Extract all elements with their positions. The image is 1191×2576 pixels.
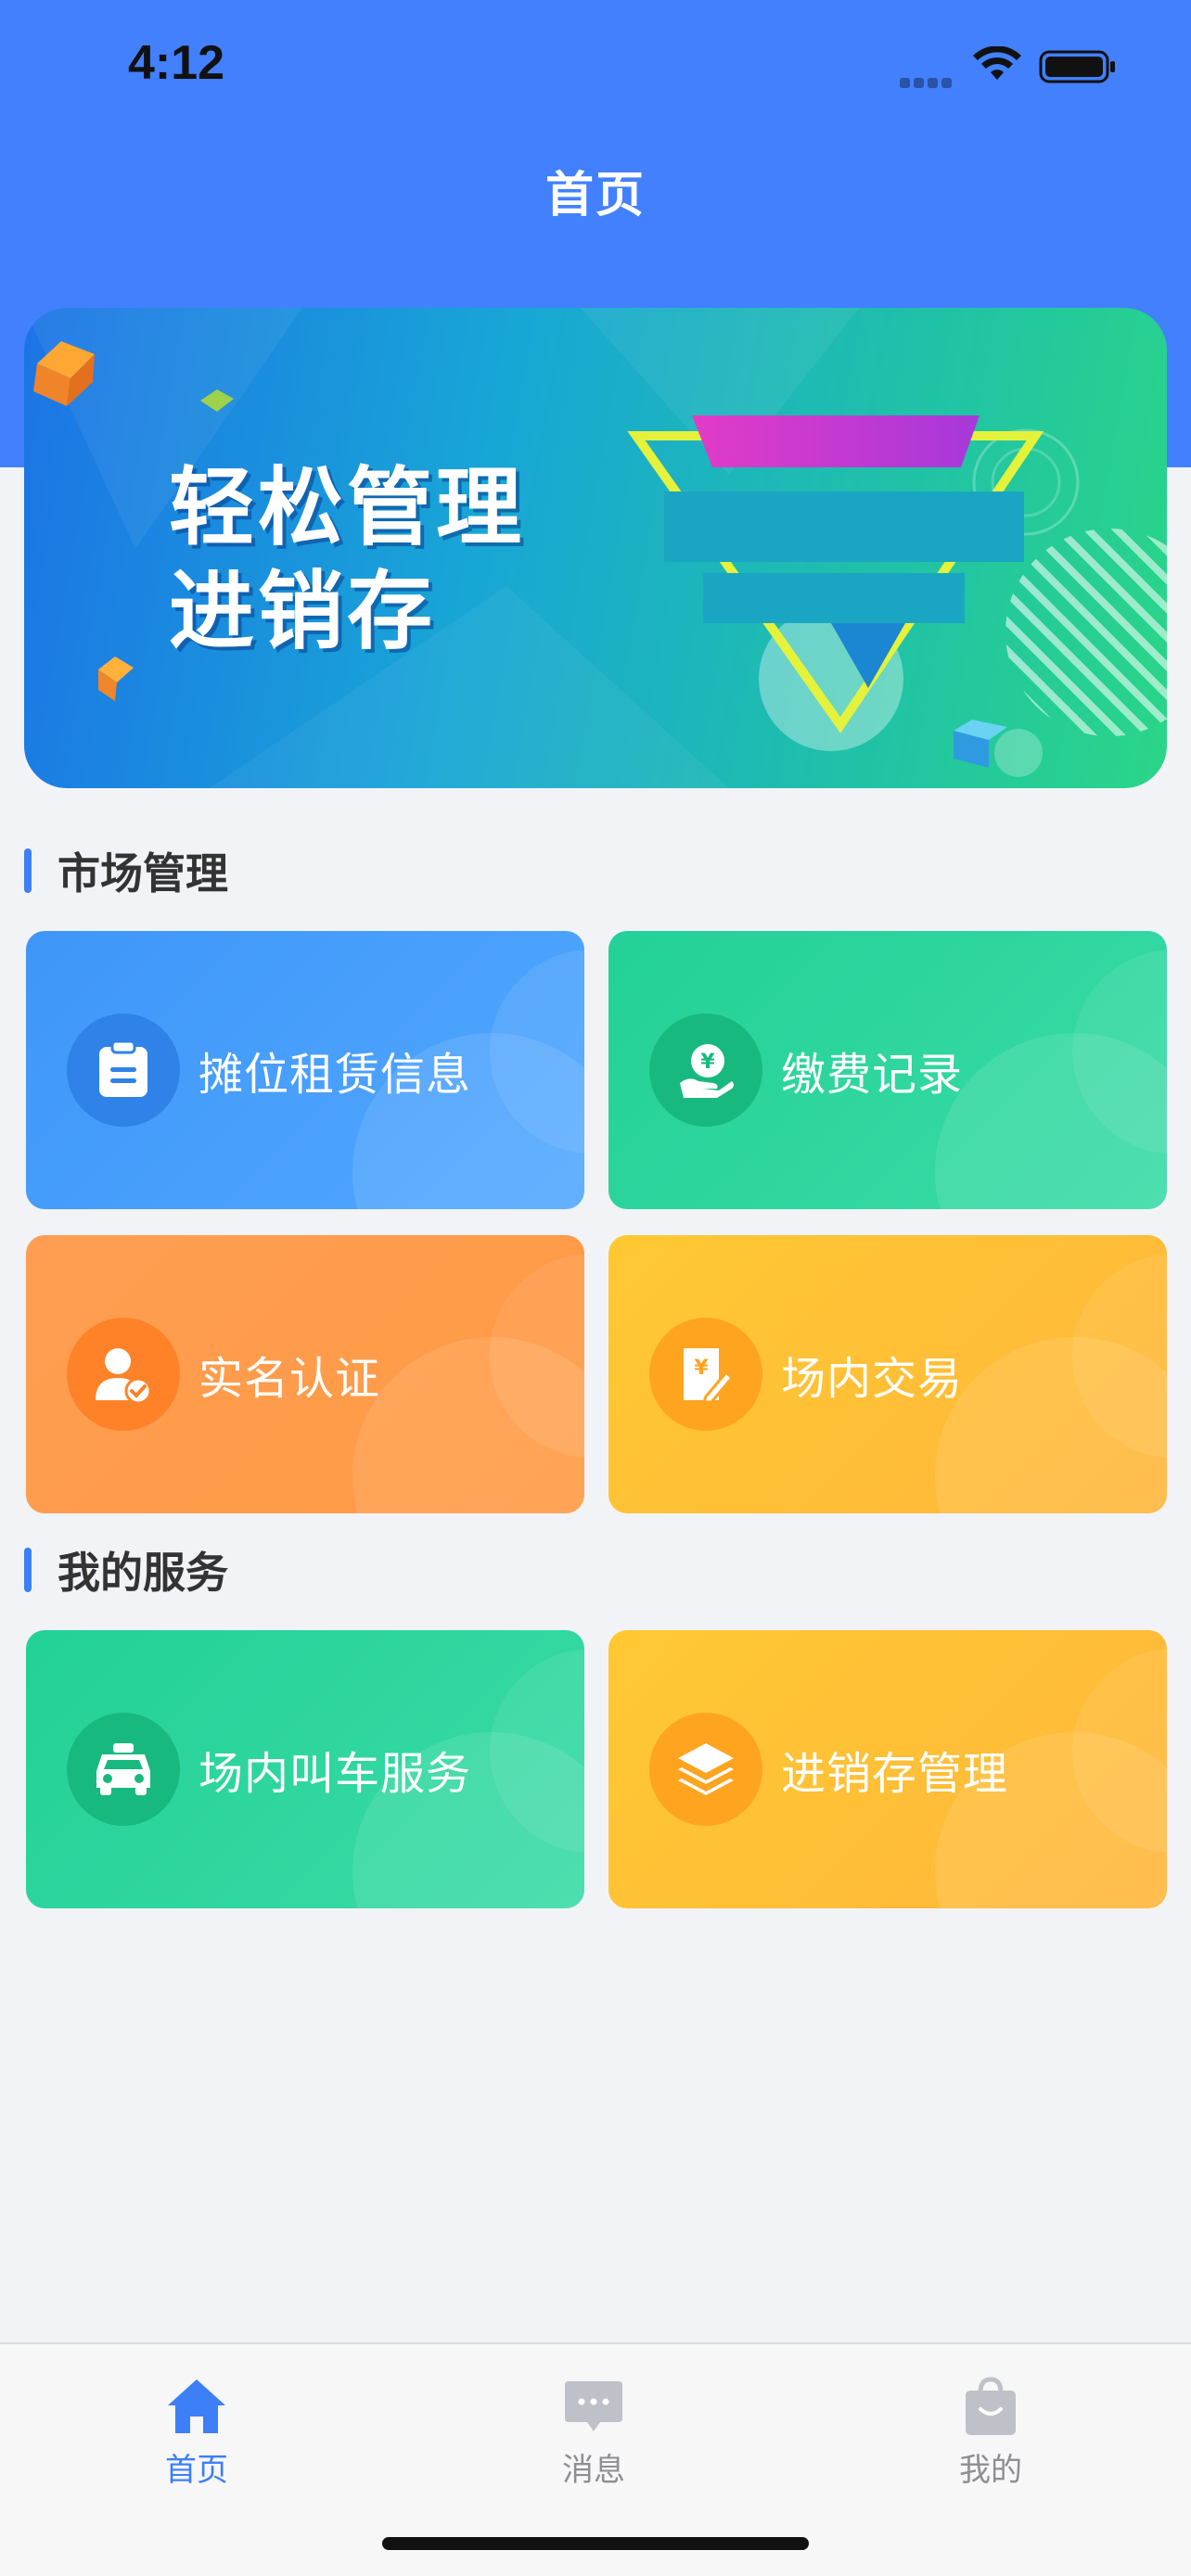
user-verified-icon — [67, 1318, 180, 1431]
banner-line-2: 进销存 — [169, 562, 437, 661]
card-payment-records[interactable]: ¥ 缴费记录 — [608, 931, 1167, 1209]
section-title-my-services: 我的服务 — [24, 1547, 228, 1598]
payment-hand-icon: ¥ — [649, 1014, 762, 1127]
section-accent-bar — [24, 848, 32, 893]
home-indicator[interactable] — [382, 2537, 809, 2550]
card-stall-lease-info[interactable]: 摊位租赁信息 — [26, 931, 584, 1209]
section-title-market-management: 市场管理 — [24, 848, 228, 899]
promo-banner[interactable]: 轻松管理 进销存 — [24, 308, 1167, 788]
section-title-text: 我的服务 — [58, 1548, 228, 1598]
card-label: 进销存管理 — [781, 1748, 1009, 1800]
card-inventory-management[interactable]: 进销存管理 — [608, 1630, 1167, 1908]
card-label: 缴费记录 — [781, 1049, 964, 1101]
tab-home[interactable]: 首页 — [104, 2363, 289, 2511]
card-label: 场内叫车服务 — [198, 1748, 472, 1800]
cellular-signal-icon — [900, 74, 959, 88]
section-title-text: 市场管理 — [58, 848, 228, 899]
shopping-bag-icon — [966, 2377, 1016, 2435]
card-label: 场内交易 — [781, 1353, 964, 1405]
message-icon — [565, 2381, 622, 2431]
tab-messages[interactable]: 消息 — [501, 2363, 686, 2511]
receipt-edit-icon: ¥ — [649, 1318, 762, 1431]
banner-slogan: 轻松管理 进销存 — [169, 456, 525, 664]
status-time: 4:12 — [128, 36, 225, 90]
tab-mine[interactable]: 我的 — [898, 2363, 1083, 2511]
card-taxi-service[interactable]: 场内叫车服务 — [26, 1630, 584, 1908]
card-market-trading[interactable]: ¥ 场内交易 — [608, 1235, 1167, 1513]
svg-text:¥: ¥ — [700, 1051, 715, 1074]
layers-icon — [649, 1713, 762, 1826]
taxi-icon — [67, 1713, 180, 1826]
tab-label: 我的 — [959, 2452, 1022, 2489]
tab-label: 消息 — [562, 2452, 625, 2489]
banner-line-1: 轻松管理 — [169, 458, 526, 557]
page-title: 首页 — [544, 168, 646, 223]
battery-icon — [1039, 50, 1115, 83]
status-bar: 4:12 — [0, 0, 1191, 130]
tab-label: 首页 — [165, 2452, 228, 2489]
wifi-icon — [973, 46, 1021, 80]
card-label: 实名认证 — [198, 1353, 381, 1405]
card-label: 摊位租赁信息 — [198, 1049, 472, 1101]
svg-text:¥: ¥ — [694, 1357, 709, 1380]
section-accent-bar — [24, 1548, 32, 1592]
clipboard-icon — [67, 1014, 180, 1127]
card-real-name-verification[interactable]: 实名认证 — [26, 1235, 584, 1513]
home-icon — [168, 2379, 225, 2433]
